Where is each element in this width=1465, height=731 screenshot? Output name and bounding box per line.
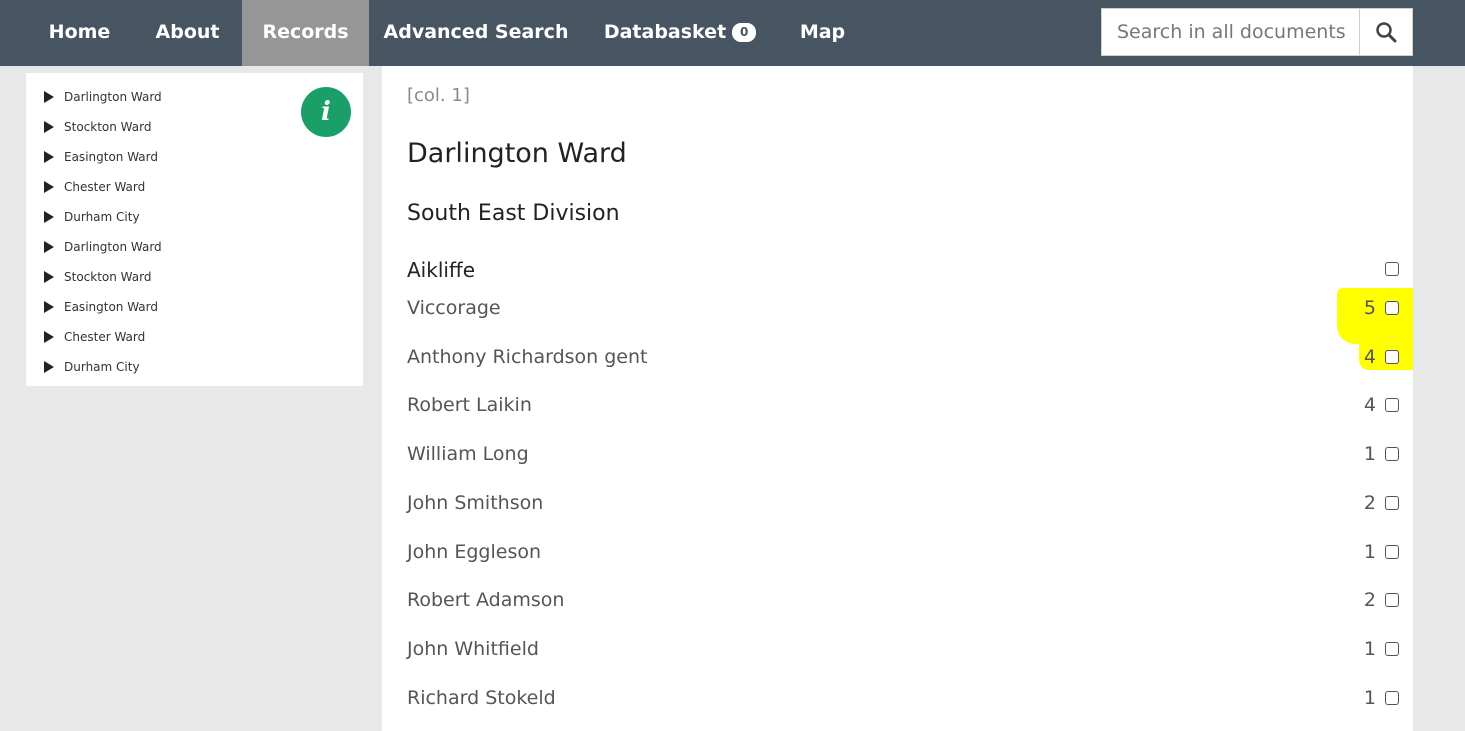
record-name: Richard Stokeld bbox=[407, 687, 556, 709]
nav-about[interactable]: About bbox=[133, 0, 242, 66]
nav-advanced-search[interactable]: Advanced Search bbox=[369, 0, 583, 66]
place-heading: Aikliffe bbox=[407, 258, 476, 282]
record-checkbox[interactable] bbox=[1385, 496, 1399, 510]
tree-item[interactable]: Stockton Ward bbox=[44, 117, 151, 137]
record-count: 5 bbox=[1363, 297, 1376, 319]
tree-item-label: Darlington Ward bbox=[64, 90, 162, 104]
expand-arrow-icon bbox=[44, 241, 54, 253]
column-label: [col. 1] bbox=[407, 85, 470, 106]
expand-arrow-icon bbox=[44, 121, 54, 133]
nav-records[interactable]: Records bbox=[242, 0, 369, 66]
tree-item-label: Chester Ward bbox=[64, 180, 146, 194]
record-count: 1 bbox=[1363, 687, 1376, 709]
ward-heading: Darlington Ward bbox=[407, 138, 627, 169]
record-count: 2 bbox=[1363, 589, 1376, 611]
search-input[interactable] bbox=[1102, 9, 1359, 55]
nav-advanced-search-label: Advanced Search bbox=[383, 21, 569, 43]
nav-databasket-label: Databasket bbox=[603, 21, 727, 43]
record-name: John Whitfield bbox=[407, 638, 539, 660]
record-name: Viccorage bbox=[407, 297, 501, 319]
tree-item-label: Chester Ward bbox=[64, 330, 146, 344]
record-checkbox[interactable] bbox=[1385, 301, 1399, 315]
nav-map-label: Map bbox=[799, 21, 846, 43]
tree-item-label: Durham City bbox=[64, 360, 140, 374]
tree-item[interactable]: Darlington Ward bbox=[44, 237, 162, 257]
databasket-count-badge: 0 bbox=[732, 23, 757, 42]
expand-arrow-icon bbox=[44, 361, 54, 373]
record-count: 4 bbox=[1363, 346, 1376, 368]
nav-records-label: Records bbox=[262, 21, 349, 43]
division-heading: South East Division bbox=[407, 201, 620, 226]
nav-map[interactable]: Map bbox=[777, 0, 868, 66]
record-name: John Eggleson bbox=[407, 541, 542, 563]
info-button[interactable]: i bbox=[301, 87, 351, 137]
record-name: Robert Laikin bbox=[407, 394, 532, 416]
nav-home[interactable]: Home bbox=[26, 0, 133, 66]
tree-item[interactable]: Stockton Ward bbox=[44, 267, 151, 287]
tree-item-label: Durham City bbox=[64, 210, 140, 224]
tree-item[interactable]: Darlington Ward bbox=[44, 87, 162, 107]
tree-item[interactable]: Chester Ward bbox=[44, 177, 145, 197]
nav-about-label: About bbox=[155, 21, 220, 43]
sidebar-tree-panel: Darlington Ward Stockton Ward Easington … bbox=[26, 73, 363, 386]
top-navbar: Home About Records Advanced Search Datab… bbox=[0, 0, 1465, 66]
tree-item[interactable]: Durham City bbox=[44, 207, 140, 227]
document-content: [col. 1] Darlington Ward South East Divi… bbox=[382, 66, 1413, 731]
record-name: John Smithson bbox=[407, 492, 544, 514]
tree-item[interactable]: Chester Ward bbox=[44, 327, 145, 347]
record-name: William Long bbox=[407, 443, 529, 465]
record-name: Robert Adamson bbox=[407, 589, 565, 611]
record-count: 1 bbox=[1363, 638, 1376, 660]
record-count: 2 bbox=[1363, 492, 1376, 514]
search-button[interactable] bbox=[1359, 9, 1412, 55]
search-box bbox=[1101, 8, 1413, 56]
record-checkbox[interactable] bbox=[1385, 691, 1399, 705]
tree-item-label: Easington Ward bbox=[64, 150, 159, 164]
record-count: 4 bbox=[1363, 394, 1376, 416]
expand-arrow-icon bbox=[44, 271, 54, 283]
tree-item-label: Darlington Ward bbox=[64, 240, 162, 254]
record-checkbox[interactable] bbox=[1385, 642, 1399, 656]
record-checkbox[interactable] bbox=[1385, 545, 1399, 559]
tree-item-label: Stockton Ward bbox=[64, 120, 152, 134]
expand-arrow-icon bbox=[44, 211, 54, 223]
expand-arrow-icon bbox=[44, 91, 54, 103]
info-icon: i bbox=[321, 97, 331, 127]
record-checkbox[interactable] bbox=[1385, 398, 1399, 412]
expand-arrow-icon bbox=[44, 181, 54, 193]
nav-home-label: Home bbox=[48, 21, 111, 43]
record-count: 1 bbox=[1363, 541, 1376, 563]
search-icon bbox=[1376, 22, 1397, 43]
tree-item-label: Stockton Ward bbox=[64, 270, 152, 284]
nav-databasket[interactable]: Databasket 0 bbox=[583, 0, 777, 66]
record-checkbox[interactable] bbox=[1385, 593, 1399, 607]
expand-arrow-icon bbox=[44, 331, 54, 343]
record-checkbox[interactable] bbox=[1385, 350, 1399, 364]
expand-arrow-icon bbox=[44, 151, 54, 163]
record-checkbox[interactable] bbox=[1385, 447, 1399, 461]
record-count: 1 bbox=[1363, 443, 1376, 465]
record-name: Anthony Richardson gent bbox=[407, 346, 648, 368]
tree-item[interactable]: Easington Ward bbox=[44, 147, 158, 167]
tree-item[interactable]: Easington Ward bbox=[44, 297, 158, 317]
expand-arrow-icon bbox=[44, 301, 54, 313]
tree-item-label: Easington Ward bbox=[64, 300, 159, 314]
place-checkbox[interactable] bbox=[1385, 262, 1399, 276]
tree-item[interactable]: Durham City bbox=[44, 357, 140, 377]
